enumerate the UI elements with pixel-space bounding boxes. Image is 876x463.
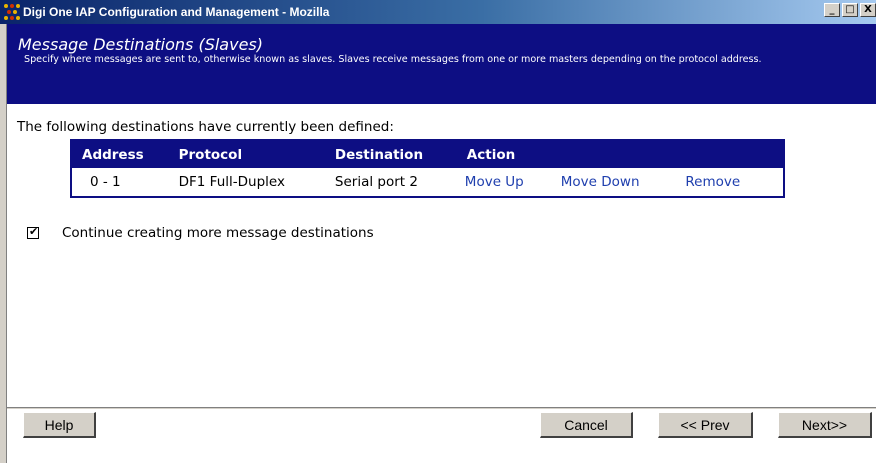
next-button[interactable]: Next>>	[778, 412, 872, 438]
window-title-bar[interactable]: Digi One IAP Configuration and Managemen…	[0, 0, 876, 24]
page-header: Message Destinations (Slaves) Specify wh…	[7, 24, 876, 104]
window-left-border	[0, 24, 7, 463]
table-header-row: Address Protocol Destination Action	[71, 140, 784, 168]
checkmark-icon: ✔	[29, 225, 39, 238]
destinations-intro-text: The following destinations have currentl…	[17, 119, 394, 135]
continue-creating-checkbox[interactable]: ✔	[27, 225, 39, 239]
column-header-protocol: Protocol	[168, 140, 325, 168]
help-button[interactable]: Help	[23, 412, 96, 438]
remove-link[interactable]: Remove	[671, 168, 784, 197]
close-button[interactable]: X	[860, 3, 876, 17]
cell-destination: Serial port 2	[334, 174, 418, 190]
continue-creating-label[interactable]: Continue creating more message destinati…	[62, 225, 374, 241]
footer-divider	[7, 407, 876, 409]
move-up-link[interactable]: Move Up	[457, 168, 547, 197]
table-row: 0 - 1 DF1 Full-Duplex Serial port 2 Move…	[71, 168, 784, 197]
prev-button[interactable]: << Prev	[658, 412, 753, 438]
cancel-button[interactable]: Cancel	[540, 412, 633, 438]
maximize-button[interactable]: □	[842, 3, 858, 17]
mozilla-app-icon	[4, 4, 20, 20]
column-header-address: Address	[71, 140, 169, 168]
cell-address: 0 - 1	[90, 174, 121, 190]
destinations-table: Address Protocol Destination Action 0 - …	[70, 139, 785, 198]
page-title: Message Destinations (Slaves)	[18, 35, 263, 54]
column-header-action: Action	[456, 140, 784, 168]
cell-protocol: DF1 Full-Duplex	[178, 174, 285, 190]
minimize-button[interactable]: _	[824, 3, 840, 17]
page-description: Specify where messages are sent to, othe…	[24, 54, 762, 65]
continue-creating-row: ✔ Continue creating more message destina…	[27, 225, 374, 241]
window-title: Digi One IAP Configuration and Managemen…	[23, 5, 330, 19]
move-down-link[interactable]: Move Down	[547, 168, 672, 197]
window-controls: _ □ X	[824, 3, 876, 17]
column-header-destination: Destination	[324, 140, 457, 168]
